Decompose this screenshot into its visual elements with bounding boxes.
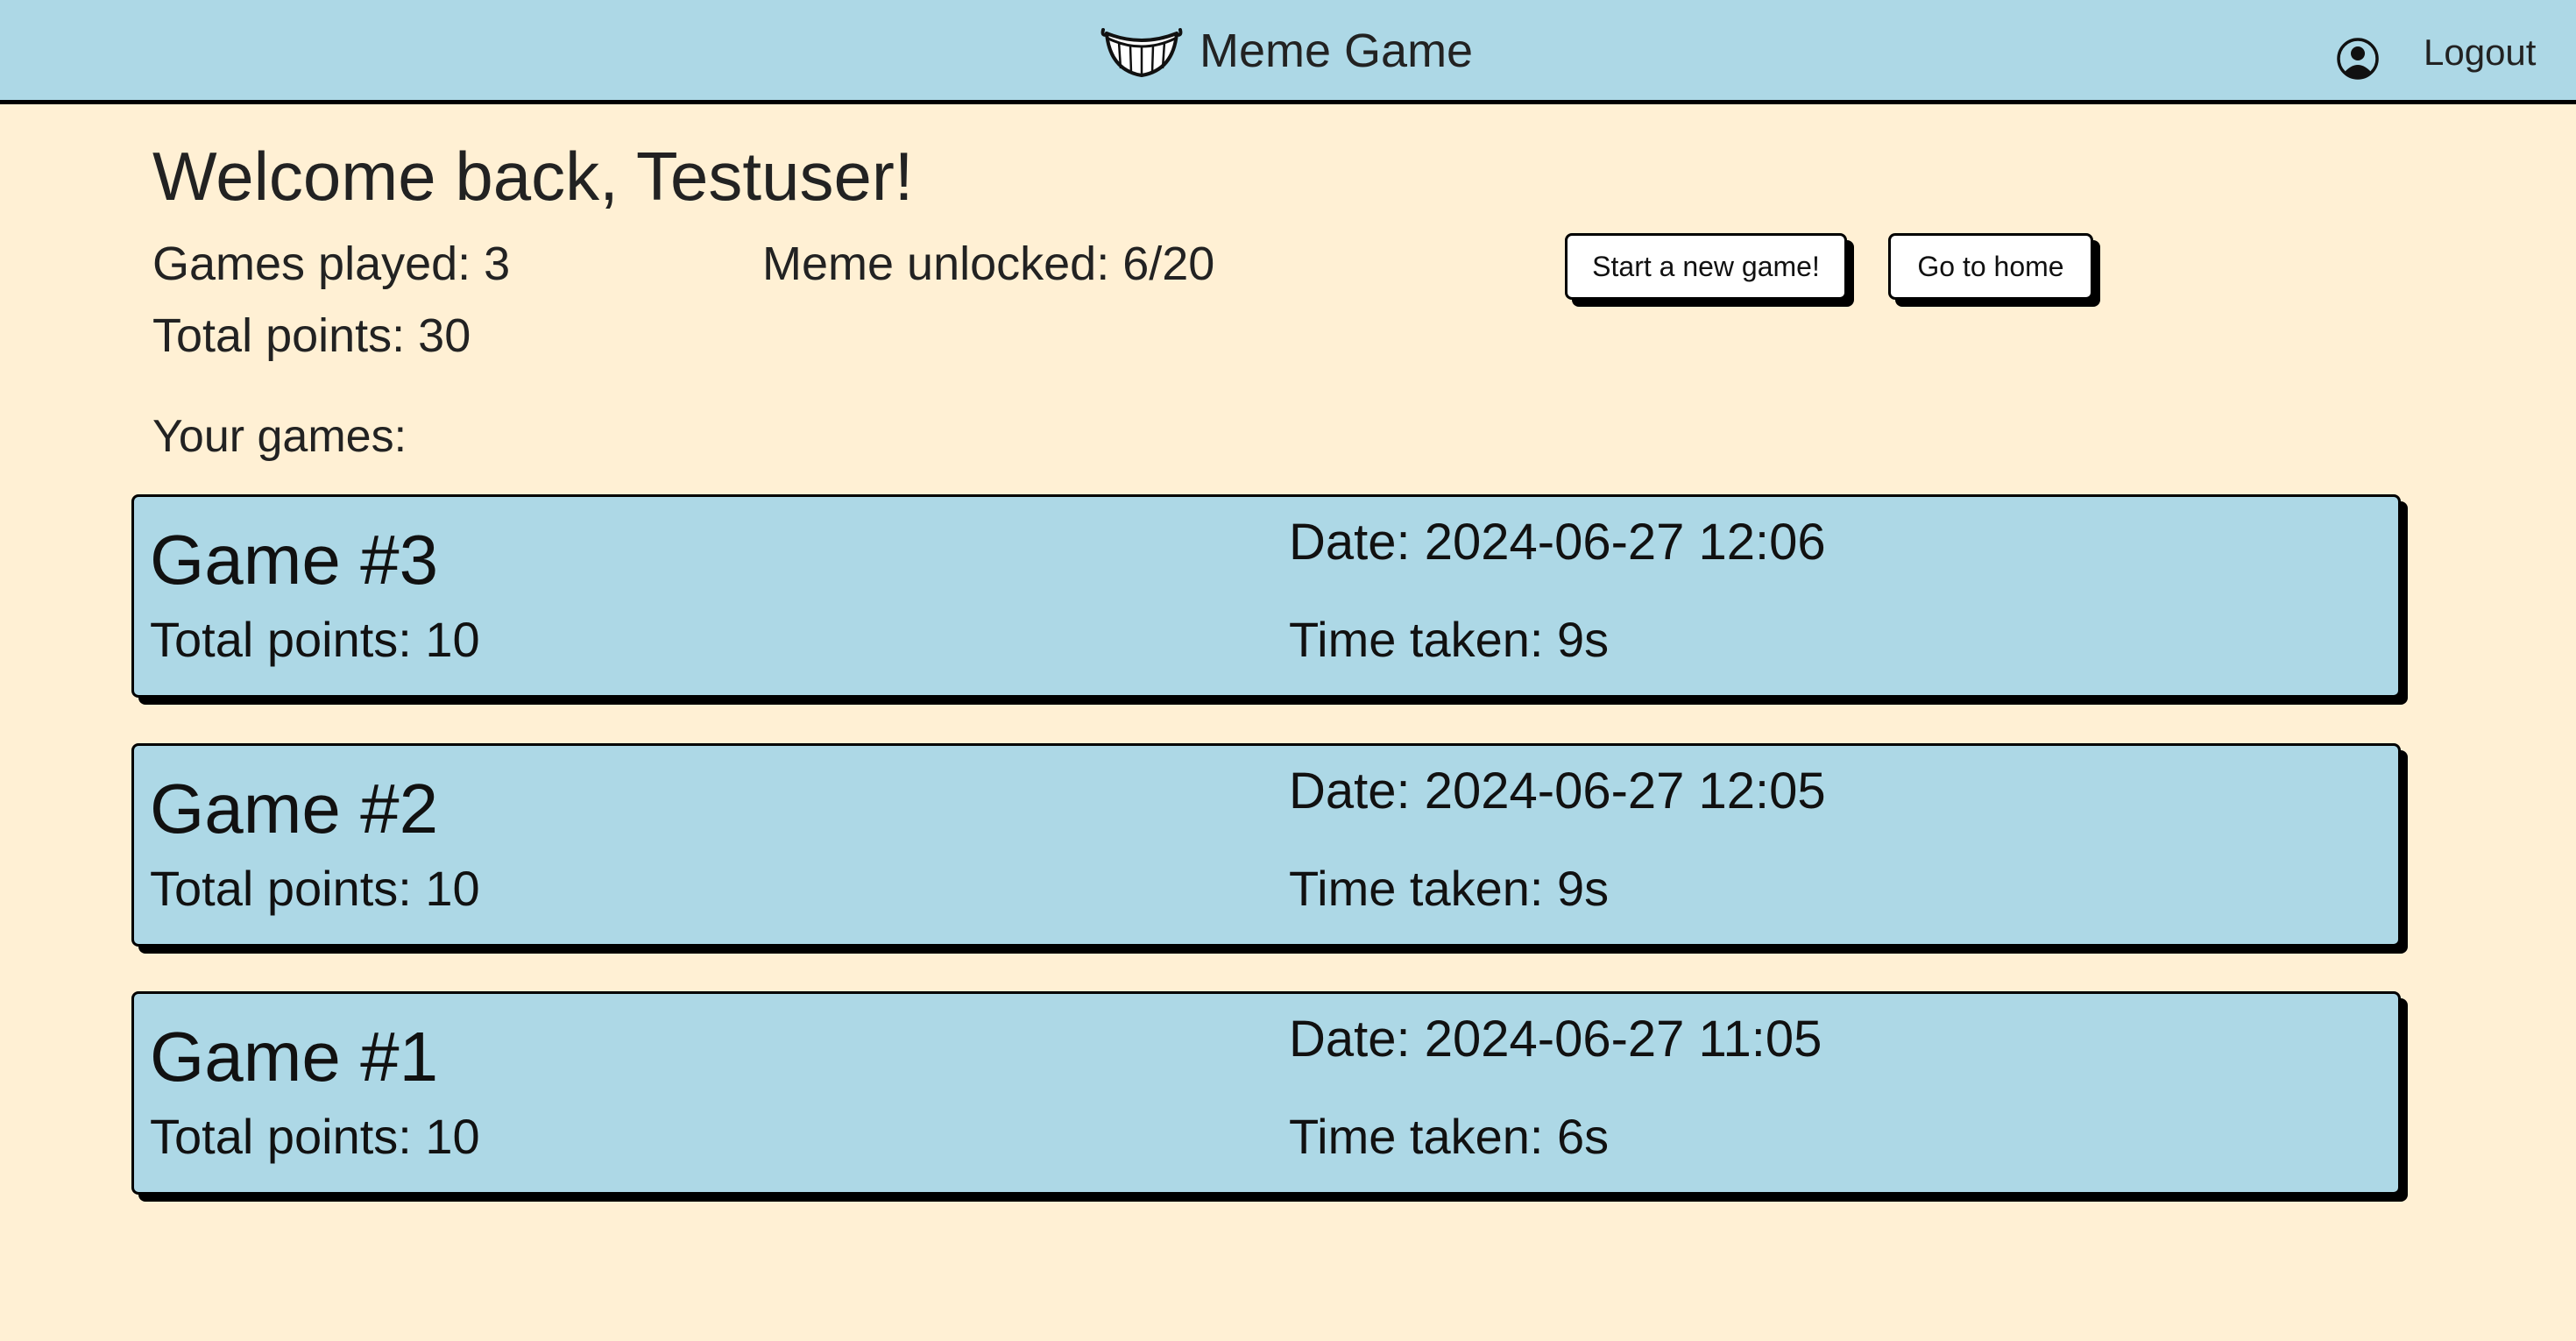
logout-link[interactable]: Logout [2424,32,2536,74]
game-card[interactable]: Game #1 Total points: 10 Date: 2024-06-2… [131,991,2401,1195]
user-circle-icon[interactable] [2336,37,2380,81]
game-card[interactable]: Game #2 Total points: 10 Date: 2024-06-2… [131,743,2401,947]
game-title: Game #1 [150,1018,439,1096]
game-card[interactable]: Game #3 Total points: 10 Date: 2024-06-2… [131,494,2401,698]
game-date: Date: 2024-06-27 11:05 [1289,1011,1822,1068]
your-games-heading: Your games: [152,411,407,462]
game-title: Game #2 [150,770,439,848]
game-date: Date: 2024-06-27 12:06 [1289,514,1826,571]
game-points: Total points: 10 [150,1109,480,1164]
game-points: Total points: 10 [150,612,480,667]
total-points-stat: Total points: 30 [152,309,471,362]
game-title: Game #3 [150,521,439,599]
game-time-taken: Time taken: 9s [1289,612,1610,667]
go-to-home-button[interactable]: Go to home [1888,233,2093,300]
memes-unlocked-stat: Meme unlocked: 6/20 [762,238,1215,290]
game-date: Date: 2024-06-27 12:05 [1289,763,1826,820]
navbar: Meme Game Logout [0,0,2576,104]
game-time-taken: Time taken: 6s [1289,1109,1610,1164]
games-played-stat: Games played: 3 [152,238,511,290]
game-points: Total points: 10 [150,861,480,916]
start-new-game-button[interactable]: Start a new game! [1565,233,1847,300]
welcome-heading: Welcome back, Testuser! [152,138,914,215]
grin-mouth-icon [1100,28,1183,77]
game-time-taken: Time taken: 9s [1289,861,1610,916]
brand-title: Meme Game [1200,25,1474,77]
brand[interactable]: Meme Game [1100,19,1473,82]
